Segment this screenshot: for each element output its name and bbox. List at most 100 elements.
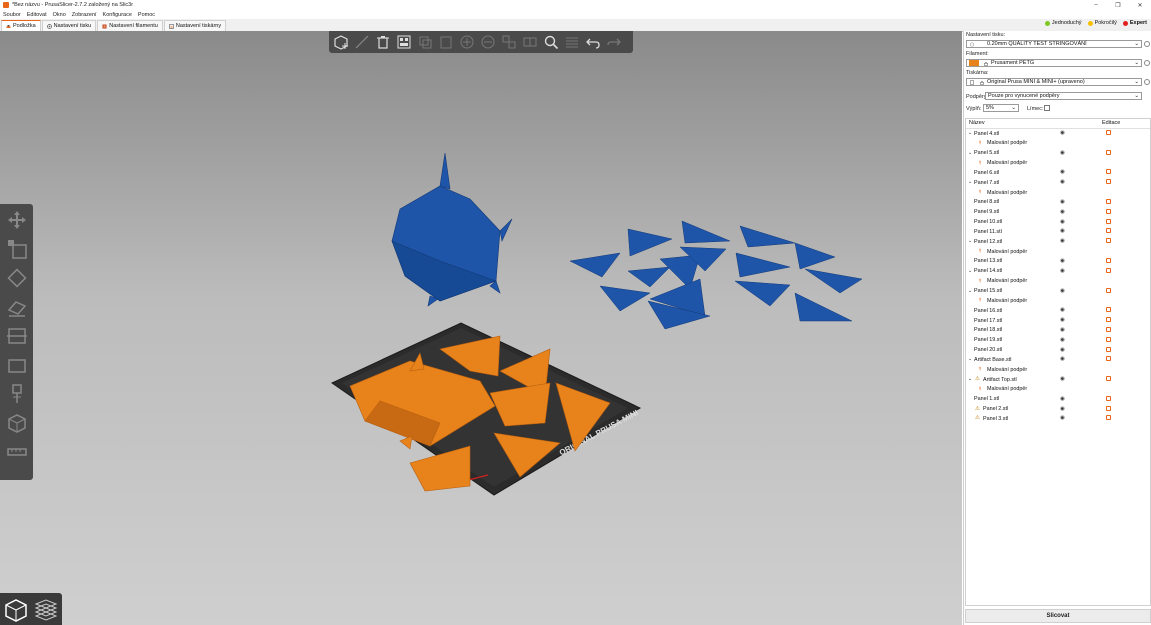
object-row[interactable]: ⌄ Panel 12.stl ◉ <box>966 237 1150 247</box>
rotate-tool[interactable] <box>3 264 30 291</box>
remove-instance-button[interactable] <box>479 33 497 51</box>
visibility-eye-icon[interactable]: ◉ <box>1060 376 1065 382</box>
measure-tool[interactable] <box>3 438 30 465</box>
menu-file[interactable]: Soubor <box>3 12 21 18</box>
split-parts-button[interactable] <box>521 33 539 51</box>
expand-arrow-icon[interactable]: ⌄ <box>968 179 972 185</box>
edit-icon[interactable] <box>1106 169 1111 175</box>
print-settings-combo[interactable]: 0.20mm QUALITY TEST STRINGOVÁNÍ ⌄ <box>966 40 1142 48</box>
edit-icon[interactable] <box>1106 415 1111 421</box>
object-row[interactable]: Panel 10.stl ◉ <box>966 218 1150 228</box>
edit-icon[interactable] <box>1106 346 1111 352</box>
visibility-eye-icon[interactable]: ◉ <box>1060 219 1065 225</box>
visibility-eye-icon[interactable]: ◉ <box>1060 406 1065 412</box>
visibility-eye-icon[interactable]: ◉ <box>1060 228 1065 234</box>
undo-button[interactable] <box>584 33 602 51</box>
object-row[interactable]: Panel 1.stl ◉ <box>966 395 1150 405</box>
visibility-eye-icon[interactable]: ◉ <box>1060 288 1065 294</box>
expand-arrow-icon[interactable]: ⌄ <box>968 238 972 244</box>
visibility-eye-icon[interactable]: ◉ <box>1060 356 1065 362</box>
object-subrow[interactable]: ⫯ Malování podpěr <box>966 159 1150 169</box>
expand-arrow-icon[interactable]: ⌄ <box>968 268 972 274</box>
edit-icon[interactable] <box>1106 336 1111 342</box>
visibility-eye-icon[interactable]: ◉ <box>1060 268 1065 274</box>
edit-icon[interactable] <box>1106 179 1111 185</box>
print-settings-gear-icon[interactable] <box>1144 41 1150 47</box>
3d-view-button[interactable] <box>2 595 30 623</box>
expand-arrow-icon[interactable]: ⌄ <box>968 376 972 382</box>
object-subrow[interactable]: ⫯ Malování podpěr <box>966 247 1150 257</box>
supports-combo[interactable]: Pouze pro vynucené podpěry ⌄ <box>985 92 1142 100</box>
maximize-button[interactable]: ❐ <box>1107 0 1129 10</box>
object-row[interactable]: Panel 19.stl ◉ <box>966 336 1150 346</box>
tab-print-settings[interactable]: Nastavení tisku <box>41 20 97 31</box>
cut-tool[interactable] <box>3 322 30 349</box>
object-row[interactable]: ⚠ Panel 3.stl ◉ <box>966 414 1150 424</box>
tab-printer-settings[interactable]: Nastavení tiskárny <box>163 20 227 31</box>
object-subrow[interactable]: ⫯ Malování podpěr <box>966 385 1150 395</box>
menu-edit[interactable]: Editovat <box>27 12 47 18</box>
mode-expert[interactable]: Expert <box>1122 20 1147 26</box>
move-tool[interactable] <box>3 206 30 233</box>
support-paint-tool[interactable] <box>3 380 30 407</box>
object-row[interactable]: Panel 13.stl ◉ <box>966 257 1150 267</box>
close-button[interactable]: ✕ <box>1129 0 1151 10</box>
search-button[interactable] <box>542 33 560 51</box>
seam-paint-tool[interactable] <box>3 409 30 436</box>
edit-icon[interactable] <box>1106 218 1111 224</box>
redo-button[interactable] <box>605 33 623 51</box>
visibility-eye-icon[interactable]: ◉ <box>1060 209 1065 215</box>
layers-button[interactable] <box>563 33 581 51</box>
object-row[interactable]: ⌄ Panel 7.stl ◉ <box>966 178 1150 188</box>
visibility-eye-icon[interactable]: ◉ <box>1060 130 1065 136</box>
filament-gear-icon[interactable] <box>1144 60 1150 66</box>
tab-plater[interactable]: Podložka <box>1 20 41 31</box>
brim-checkbox[interactable] <box>1044 105 1050 111</box>
visibility-eye-icon[interactable]: ◉ <box>1060 415 1065 421</box>
mode-simple[interactable]: Jednoduchý <box>1044 20 1082 26</box>
warning-icon[interactable]: ⚠ <box>975 406 980 412</box>
edit-icon[interactable] <box>1106 267 1111 273</box>
object-row[interactable]: ⌄ Panel 5.stl ◉ <box>966 149 1150 159</box>
add-object-button[interactable] <box>332 33 350 51</box>
paste-button[interactable] <box>437 33 455 51</box>
object-row[interactable]: Panel 18.stl ◉ <box>966 326 1150 336</box>
edit-icon[interactable] <box>1106 405 1111 411</box>
object-subrow[interactable]: ⫯ Malování podpěr <box>966 365 1150 375</box>
visibility-eye-icon[interactable]: ◉ <box>1060 238 1065 244</box>
edit-icon[interactable] <box>1106 326 1111 332</box>
expand-arrow-icon[interactable]: ⌄ <box>968 130 972 136</box>
minimize-button[interactable]: – <box>1085 0 1107 10</box>
printer-combo[interactable]: Original Prusa MINI & MINI+ (upraveno) ⌄ <box>966 78 1142 86</box>
edit-icon[interactable] <box>1106 356 1111 362</box>
expand-arrow-icon[interactable]: ⌄ <box>968 288 972 294</box>
infill-combo[interactable]: 5% ⌄ <box>983 104 1019 112</box>
object-subrow[interactable]: ⫯ Malování podpěr <box>966 188 1150 198</box>
menu-view[interactable]: Zobrazení <box>72 12 97 18</box>
object-row[interactable]: ⌄ Panel 15.stl ◉ <box>966 287 1150 297</box>
edit-icon[interactable] <box>1106 130 1111 135</box>
object-row[interactable]: ⌄ Panel 14.stl ◉ <box>966 267 1150 277</box>
tab-filament-settings[interactable]: Nastavení filamentu <box>97 20 163 31</box>
preview-button[interactable] <box>32 595 60 623</box>
visibility-eye-icon[interactable]: ◉ <box>1060 337 1065 343</box>
menu-help[interactable]: Pomoc <box>138 12 155 18</box>
visibility-eye-icon[interactable]: ◉ <box>1060 179 1065 185</box>
place-on-face-tool[interactable] <box>3 293 30 320</box>
object-row[interactable]: Panel 6.stl ◉ <box>966 168 1150 178</box>
arrange-button[interactable] <box>395 33 413 51</box>
expand-arrow-icon[interactable]: ⌄ <box>968 356 972 362</box>
object-subrow[interactable]: ⫯ Malování podpěr <box>966 296 1150 306</box>
visibility-eye-icon[interactable]: ◉ <box>1060 396 1065 402</box>
visibility-eye-icon[interactable]: ◉ <box>1060 317 1065 323</box>
copy-button[interactable] <box>416 33 434 51</box>
edit-icon[interactable] <box>1106 317 1111 323</box>
object-row[interactable]: Panel 8.stl ◉ <box>966 198 1150 208</box>
visibility-eye-icon[interactable]: ◉ <box>1060 150 1065 156</box>
object-row[interactable]: Panel 20.stl ◉ <box>966 346 1150 356</box>
object-row[interactable]: Panel 16.stl ◉ <box>966 306 1150 316</box>
visibility-eye-icon[interactable]: ◉ <box>1060 327 1065 333</box>
split-objects-button[interactable] <box>500 33 518 51</box>
object-subrow[interactable]: ⫯ Malování podpěr <box>966 277 1150 287</box>
edit-icon[interactable] <box>1106 307 1111 313</box>
